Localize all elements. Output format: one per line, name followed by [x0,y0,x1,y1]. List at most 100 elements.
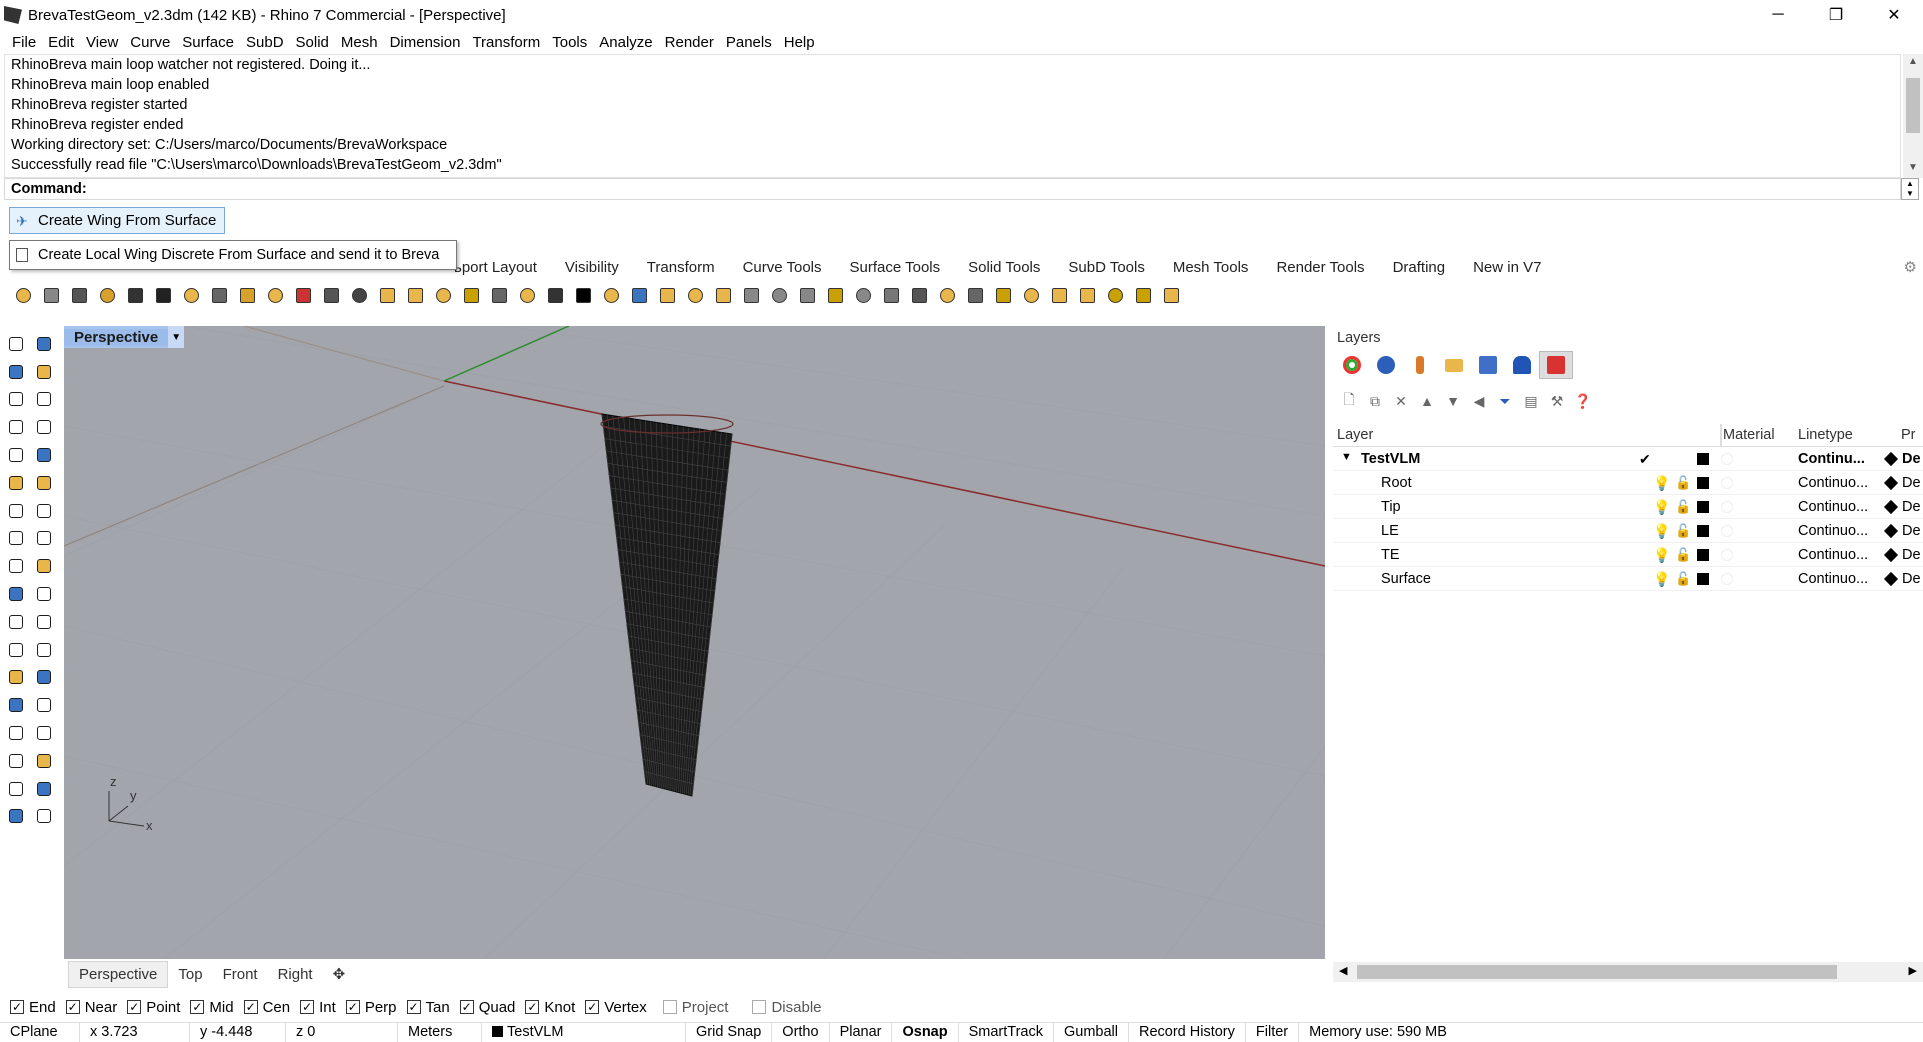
toolbar-tool-icon[interactable] [264,284,286,306]
scroll-left-icon[interactable]: ◀ [1339,964,1347,977]
menu-surface[interactable]: Surface [176,34,240,51]
osnap-knot[interactable]: ✓ Knot [525,999,575,1016]
toolbar-tool-icon[interactable] [964,284,986,306]
toolbar-tool-icon[interactable] [908,284,930,306]
left-tool-icon[interactable] [5,584,27,604]
toolbar-tool-icon[interactable] [292,284,314,306]
gear-icon[interactable]: ⚙ [1904,258,1917,276]
layer-linetype[interactable]: Continuo... [1798,523,1868,539]
toolbar-tool-icon[interactable] [796,284,818,306]
scroll-right-icon[interactable]: ▶ [1909,964,1917,977]
notifications-icon[interactable] [1505,351,1539,379]
move-up-icon[interactable]: ▲ [1415,390,1439,412]
print-color-icon[interactable] [1883,499,1899,515]
unlock-icon[interactable]: 🔓 [1675,475,1691,491]
toolbar-tool-icon[interactable] [1020,284,1042,306]
material-swatch[interactable] [1721,549,1733,561]
toolbar-tool-icon[interactable] [96,284,118,306]
unlock-icon[interactable]: 🔓 [1675,571,1691,587]
layer-linetype[interactable]: Continuo... [1798,475,1868,491]
left-tool-icon[interactable] [33,556,55,576]
left-tool-icon[interactable] [33,695,55,715]
checkbox[interactable]: ✓ [10,1000,24,1014]
left-tool-icon[interactable] [5,473,27,493]
layer-color-swatch[interactable] [1697,501,1709,513]
left-tool-icon[interactable] [33,473,55,493]
toolbar-tool-icon[interactable] [684,284,706,306]
toolbar-tool-icon[interactable] [124,284,146,306]
material-swatch[interactable] [1721,453,1733,465]
toolbar-tool-icon[interactable] [68,284,90,306]
left-tool-icon[interactable] [5,723,27,743]
toolbar-tool-icon[interactable] [992,284,1014,306]
add-viewport-icon[interactable]: ✥ [323,961,356,987]
left-tool-icon[interactable] [33,528,55,548]
toolbar-tool-icon[interactable] [348,284,370,306]
menu-view[interactable]: View [80,34,124,51]
folder-icon[interactable] [1437,351,1471,379]
toolbar-tool-icon[interactable] [824,284,846,306]
menu-render[interactable]: Render [659,34,720,51]
checkbox[interactable] [752,1000,767,1014]
scroll-thumb[interactable] [1906,78,1920,133]
left-tool-icon[interactable] [5,334,27,354]
visible-bulb-icon[interactable]: 💡 [1653,523,1670,540]
menu-mesh[interactable]: Mesh [335,34,384,51]
osnap-int[interactable]: ✓ Int [300,999,336,1016]
left-tool-icon[interactable] [33,362,55,382]
osnap-quad[interactable]: ✓ Quad [459,999,515,1016]
tab-new-in-v7[interactable]: New in V7 [1459,259,1555,276]
visible-bulb-icon[interactable]: 💡 [1653,475,1670,492]
osnap-cen[interactable]: ✓ Cen [243,999,290,1016]
scroll-up-icon[interactable]: ▲ [1908,56,1918,67]
status-cplane[interactable]: CPlane [0,1022,80,1042]
tab-surface-tools[interactable]: Surface Tools [836,259,955,276]
checkbox[interactable]: ✓ [406,1000,421,1014]
current-layer-check-icon[interactable]: ✔ [1639,451,1651,468]
left-tool-icon[interactable] [33,417,55,437]
left-tool-icon[interactable] [33,723,55,743]
material-swatch[interactable] [1721,525,1733,537]
wing-surface[interactable] [600,413,734,797]
left-tool-icon[interactable] [5,667,27,687]
toolbar-tool-icon[interactable] [12,284,34,306]
left-tool-icon[interactable] [33,584,55,604]
left-tool-icon[interactable] [5,556,27,576]
toolbar-tool-icon[interactable] [656,284,678,306]
close-button[interactable]: ✕ [1865,0,1923,30]
toolbar-tool-icon[interactable] [488,284,510,306]
left-tool-icon[interactable] [5,779,27,799]
col-linetype[interactable]: Linetype [1798,427,1853,443]
left-tool-icon[interactable] [5,528,27,548]
left-tool-icon[interactable] [5,640,27,660]
command-history[interactable]: RhinoBreva main loop watcher not registe… [4,54,1901,178]
left-tool-icon[interactable] [33,751,55,771]
left-tool-icon[interactable] [5,751,27,771]
tab-visibility[interactable]: Visibility [551,259,633,276]
layer-linetype[interactable]: Continuo... [1798,547,1868,563]
status-units[interactable]: Meters [398,1022,482,1042]
status-osnap[interactable]: Osnap [892,1022,959,1042]
visible-bulb-icon[interactable]: 💡 [1653,571,1670,588]
menu-tools[interactable]: Tools [546,34,593,51]
osnap-mid[interactable]: ✓ Mid [190,999,234,1016]
checkbox[interactable]: ✓ [300,1000,315,1014]
toolbar-tool-icon[interactable] [880,284,902,306]
new-sublayer-icon[interactable]: ⧉ [1363,390,1387,412]
menu-dimension[interactable]: Dimension [384,34,467,51]
viewport-title[interactable]: Perspective ▼ [64,326,185,348]
toolbar-tool-icon[interactable] [376,284,398,306]
layer-color-swatch[interactable] [1697,573,1709,585]
tools-icon[interactable]: ⚒ [1545,390,1569,412]
menu-solid[interactable]: Solid [290,34,335,51]
layers-icon[interactable] [1539,351,1573,379]
tab-render-tools[interactable]: Render Tools [1262,259,1378,276]
scroll-down-icon[interactable]: ▼ [1908,162,1918,173]
toolbar-tool-icon[interactable] [432,284,454,306]
left-tool-icon[interactable] [5,362,27,382]
print-color-icon[interactable] [1883,571,1899,587]
left-tool-icon[interactable] [33,612,55,632]
layers-hscrollbar[interactable]: ◀ ▶ [1333,962,1923,982]
toolbar-tool-icon[interactable] [1160,284,1182,306]
col-material[interactable]: Material [1723,427,1775,443]
